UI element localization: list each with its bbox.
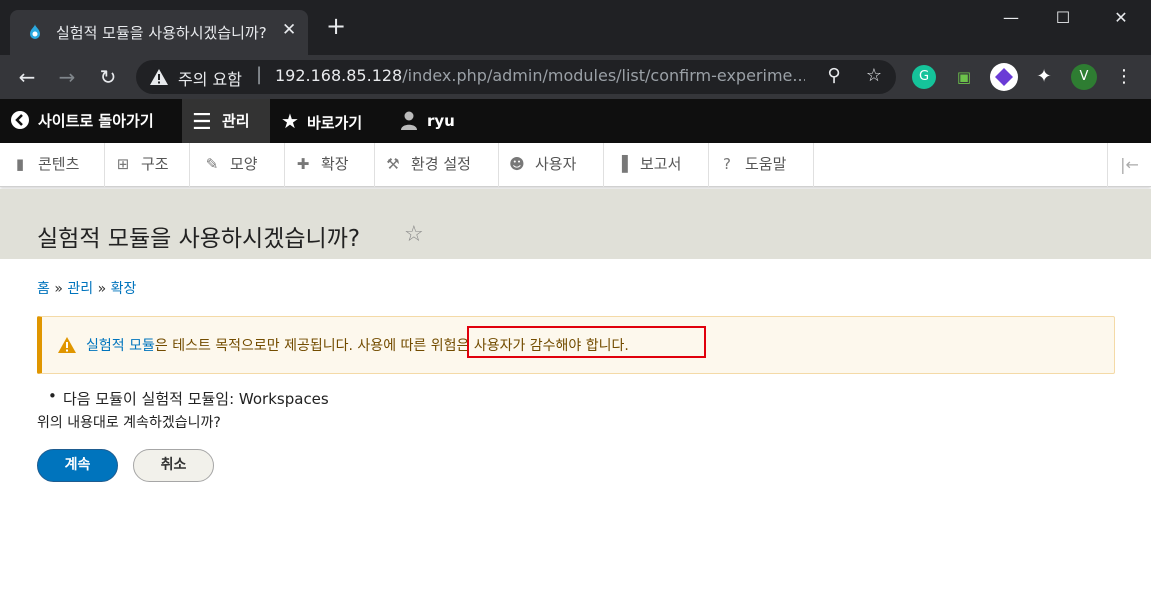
tray-item-label: 콘텐츠 — [38, 155, 80, 173]
tray-item-label: 환경 설정 — [411, 155, 471, 173]
puzzle-icon: ✚ — [296, 155, 310, 173]
breadcrumb-admin[interactable]: 관리 — [67, 281, 93, 297]
url-host: 192.168.85.128 — [275, 66, 403, 85]
file-icon: ▮ — [15, 155, 25, 173]
warning-text-part1: 은 테스트 목적으로만 제공됩니다. 사용에 따른 — [154, 338, 431, 354]
grammarly-icon[interactable]: G — [912, 65, 936, 89]
collapse-tray-icon[interactable]: |← — [1107, 143, 1151, 187]
breadcrumb-separator: » — [97, 281, 107, 297]
user-label: ryu — [427, 112, 455, 130]
continue-button[interactable]: 계속 — [37, 449, 118, 482]
people-icon: ☻ — [509, 155, 525, 173]
diamond-icon — [995, 68, 1013, 86]
maximize-icon[interactable]: ☐ — [1040, 8, 1086, 32]
back-to-site-link[interactable]: 사이트로 돌아가기 — [0, 99, 180, 143]
close-window-icon[interactable]: ✕ — [1098, 8, 1144, 32]
admin-tray: ▮ 콘텐츠 ⊞ 구조 ✎ 모양 ✚ 확장 ⚒ 환경 설정 ☻ 사용자 ▐ 보고서 ? 도움말 |… — [0, 143, 1151, 187]
reload-icon[interactable]: ↻ — [94, 63, 122, 91]
user-icon — [401, 111, 417, 130]
tray-item-label: 사용자 — [535, 155, 577, 173]
omnibox-separator: | — [256, 64, 263, 85]
tray-item-people[interactable]: ☻ 사용자 — [499, 143, 604, 187]
warning-triangle-icon — [58, 337, 76, 353]
tray-item-label: 구조 — [141, 155, 169, 173]
manage-label: 관리 — [222, 112, 250, 130]
shortcuts-tab[interactable]: ★ 바로가기 — [281, 99, 381, 143]
menu-kebab-icon[interactable]: ⋮ — [1112, 65, 1136, 89]
breadcrumb: 홈 » 관리 » 확장 — [37, 278, 136, 298]
extension-diamond-icon[interactable] — [990, 63, 1018, 91]
cancel-button[interactable]: 취소 — [133, 449, 214, 482]
help-icon: ? — [723, 155, 731, 173]
star-icon: ★ — [281, 109, 299, 133]
back-to-site-label: 사이트로 돌아가기 — [38, 112, 154, 130]
tray-item-structure[interactable]: ⊞ 구조 — [105, 143, 190, 187]
tray-item-label: 도움말 — [745, 155, 787, 173]
page-header: 실험적 모듈을 사용하시겠습니까? ☆ — [0, 189, 1151, 259]
manage-tab[interactable]: ☰ 관리 — [182, 99, 270, 143]
hamburger-icon: ☰ — [192, 110, 212, 135]
browser-tab-strip: 실험적 모듈을 사용하시겠습니까? ✕ + — ☐ ✕ — [0, 0, 1151, 55]
url-path: /index.php/admin/modules/list/confirm-ex… — [402, 66, 805, 85]
page-title: 실험적 모듈을 사용하시겠습니까? — [37, 226, 361, 252]
back-arrow-circle-icon — [11, 111, 29, 129]
browser-toolbar: ← → ↻ 주의 요함 | 192.168.85.128/index.php/a… — [0, 55, 1151, 99]
tray-item-appearance[interactable]: ✎ 모양 — [190, 143, 285, 187]
tray-item-help[interactable]: ? 도움말 — [709, 143, 814, 187]
breadcrumb-home[interactable]: 홈 — [37, 281, 50, 297]
browser-tab[interactable]: 실험적 모듈을 사용하시겠습니까? ✕ — [10, 10, 308, 55]
wrench-icon: ⚒ — [386, 155, 400, 173]
list-item: 다음 모듈이 실험적 모듈임: Workspaces — [48, 387, 329, 409]
zoom-icon[interactable]: ⚲ — [822, 65, 846, 89]
tray-item-label: 확장 — [321, 155, 349, 173]
tray-item-configuration[interactable]: ⚒ 환경 설정 — [375, 143, 499, 187]
red-highlight-box — [467, 326, 706, 358]
extensions-puzzle-icon[interactable]: ✦ — [1032, 65, 1056, 89]
forward-icon[interactable]: → — [53, 63, 81, 91]
bar-chart-icon: ▐ — [616, 155, 628, 173]
breadcrumb-separator: » — [54, 281, 63, 297]
bookmark-star-icon[interactable]: ☆ — [862, 65, 886, 89]
drupal-favicon-icon — [30, 24, 40, 39]
experimental-module-link[interactable]: 실험적 모듈 — [86, 338, 155, 354]
tray-item-label: 모양 — [230, 155, 258, 173]
close-tab-icon[interactable]: ✕ — [282, 20, 296, 40]
tray-item-extend[interactable]: ✚ 확장 — [285, 143, 375, 187]
minimize-icon[interactable]: — — [988, 8, 1034, 32]
shortcuts-label: 바로가기 — [306, 114, 363, 132]
admin-toolbar: 사이트로 돌아가기 ☰ 관리 ★ 바로가기 ryu — [0, 99, 1151, 143]
breadcrumb-extend[interactable]: 확장 — [111, 281, 137, 297]
favorite-star-icon[interactable]: ☆ — [404, 222, 424, 247]
brush-icon: ✎ — [205, 155, 219, 173]
new-tab-icon[interactable]: + — [326, 14, 346, 38]
url-text[interactable]: 192.168.85.128/index.php/admin/modules/l… — [275, 66, 805, 85]
sitemap-icon: ⊞ — [116, 155, 130, 173]
address-bar[interactable]: 주의 요함 | 192.168.85.128/index.php/admin/m… — [136, 60, 896, 94]
back-icon[interactable]: ← — [13, 63, 41, 91]
extension-screen-icon[interactable]: ▣ — [952, 65, 976, 89]
tray-item-reports[interactable]: ▐ 보고서 — [604, 143, 709, 187]
security-label[interactable]: 주의 요함 — [178, 66, 242, 90]
profile-avatar[interactable]: V — [1071, 64, 1097, 90]
confirm-question: 위의 내용대로 계속하겠습니까? — [37, 415, 221, 431]
tab-title: 실험적 모듈을 사용하시겠습니까? — [56, 24, 267, 42]
tray-item-label: 보고서 — [640, 155, 682, 173]
user-tab[interactable]: ryu — [399, 99, 469, 143]
tray-item-content[interactable]: ▮ 콘텐츠 — [0, 143, 105, 187]
warning-icon — [150, 69, 168, 85]
